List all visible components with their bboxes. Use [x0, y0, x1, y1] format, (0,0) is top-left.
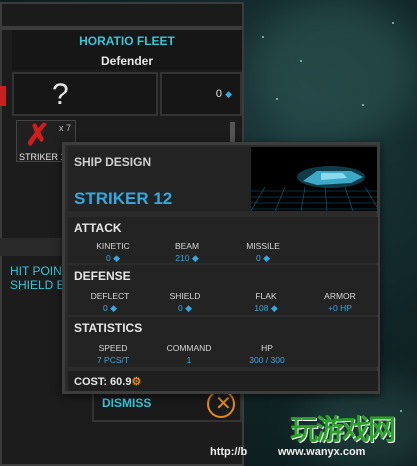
missile-label: MISSILE	[246, 241, 280, 251]
question-icon: ?	[52, 78, 69, 111]
crystal-icon: ◆	[270, 303, 278, 313]
watermark-url: http://b www.wanyx.com	[210, 446, 366, 458]
missile-value: 0 ◆	[255, 253, 271, 263]
fleet-role: Defender	[12, 52, 242, 70]
crystal-icon: ◆	[113, 253, 121, 263]
ship-slot-label: STRIKER 1	[19, 152, 66, 162]
resource-count: 0	[215, 88, 223, 100]
command-value: 1	[186, 355, 192, 365]
watermark-logo: 玩游戏网	[290, 408, 412, 448]
dialog-title: SHIP DESIGN	[74, 155, 152, 169]
resource-counter: 0 ◆	[160, 72, 242, 116]
attack-title: ATTACK	[74, 221, 122, 235]
fleet-header-bar	[0, 2, 244, 28]
dismiss-button[interactable]: DISMISS	[102, 396, 151, 410]
shield-label: SHIELD E	[10, 278, 65, 292]
crystal-icon: ◆	[225, 89, 232, 99]
watermark-text: 玩游戏网	[290, 413, 396, 446]
hp-label: HP	[261, 343, 273, 353]
attack-section: ATTACK KINETIC 0 ◆ BEAM 210 ◆ MISSILE 0 …	[68, 217, 378, 263]
fleet-name: HORATIO FLEET	[12, 30, 242, 52]
destroyed-icon: ✗	[25, 119, 51, 152]
crystal-icon: ◆	[191, 253, 199, 263]
command-label: COMMAND	[166, 343, 212, 353]
ship-count: x 7	[59, 123, 72, 133]
crystal-icon: ◆	[263, 253, 271, 263]
shield-label: SHIELD	[169, 291, 201, 301]
gear-icon: ⚙	[131, 376, 142, 388]
armor-label: ARMOR	[324, 291, 356, 301]
ship-preview	[251, 147, 377, 211]
unknown-slot[interactable]: ?	[12, 72, 158, 116]
defense-title: DEFENSE	[74, 269, 131, 283]
ship-design-dialog: SHIP DESIGN STRIKER 12 ATTACK KINETIC 0 …	[62, 142, 380, 394]
crystal-icon: ◆	[185, 303, 193, 313]
crystal-icon: ◆	[110, 303, 118, 313]
cost-bar: COST: 60.9⚙	[68, 371, 378, 391]
statistics-section: STATISTICS SPEED 7 PCS/T COMMAND 1 HP 30…	[68, 317, 378, 367]
design-name: STRIKER 12	[74, 189, 173, 208]
hit-points-label: HIT POIN	[10, 264, 62, 278]
ship-hologram-icon	[251, 166, 377, 211]
shield-value: 0 ◆	[177, 303, 193, 313]
hp-value: 300 / 300	[249, 355, 285, 365]
dialog-header: SHIP DESIGN STRIKER 12	[68, 147, 251, 211]
defense-section: DEFENSE DEFLECT 0 ◆ SHIELD 0 ◆ FLAK 108 …	[68, 265, 378, 315]
armor-value: +0 HP	[328, 303, 352, 313]
cost-value: COST: 60.9	[74, 376, 132, 388]
statistics-title: STATISTICS	[74, 321, 143, 335]
close-circle-icon[interactable]: ✕	[207, 390, 235, 418]
alert-tab	[0, 86, 6, 106]
